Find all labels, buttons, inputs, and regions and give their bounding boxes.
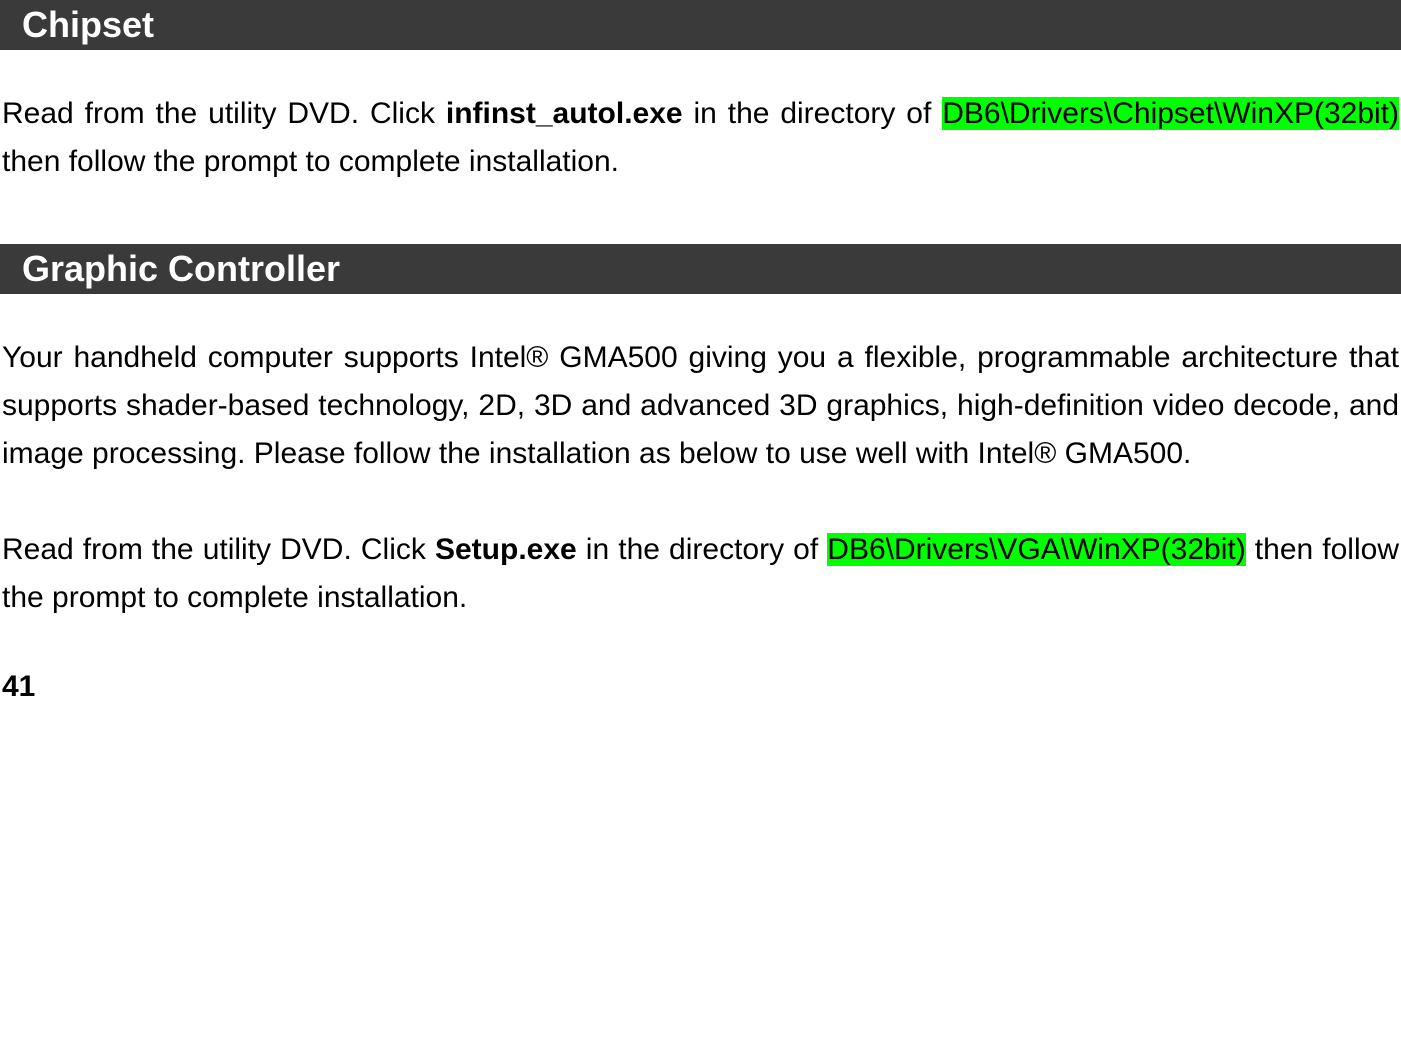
graphic-intro-text: Your handheld computer supports Intel® G…: [2, 341, 1399, 470]
chipset-paragraph: Read from the utility DVD. Click infinst…: [0, 90, 1401, 186]
chipset-path-highlight: DB6\Drivers\Chipset\WinXP(32bit): [942, 97, 1399, 130]
graphic-executable: Setup.exe: [435, 533, 577, 566]
page-number-text: 41: [2, 670, 35, 703]
graphic-title: Graphic Controller: [22, 248, 340, 289]
graphic-text-prefix: Read from the utility DVD. Click: [2, 533, 435, 566]
graphic-intro-paragraph: Your handheld computer supports Intel® G…: [0, 334, 1401, 478]
graphic-install-paragraph: Read from the utility DVD. Click Setup.e…: [0, 526, 1401, 622]
chipset-executable: infinst_autol.exe: [446, 97, 683, 130]
chipset-text-suffix: then follow the prompt to complete insta…: [2, 145, 619, 178]
graphic-path-highlight: DB6\Drivers\VGA\WinXP(32bit): [827, 533, 1245, 566]
chipset-title: Chipset: [22, 4, 154, 45]
page-number: 41: [0, 670, 1401, 704]
chipset-text-mid: in the directory of: [683, 97, 943, 130]
graphic-text-mid: in the directory of: [577, 533, 828, 566]
chipset-section-header: Chipset: [0, 0, 1401, 50]
graphic-section-header: Graphic Controller: [0, 244, 1401, 294]
chipset-text-prefix: Read from the utility DVD. Click: [2, 97, 446, 130]
